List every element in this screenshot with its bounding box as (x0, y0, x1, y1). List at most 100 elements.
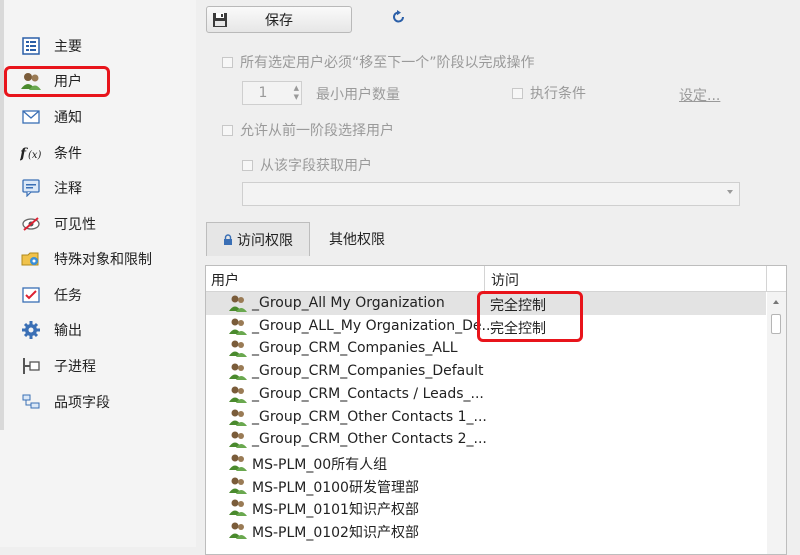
main-panel: 保存 所有选定用户必须“移至下一个”阶段以完成操作 1 ▲ ▼ 最小用户数量 执行… (196, 0, 800, 555)
column-header-user[interactable]: 用户 (211, 270, 239, 290)
tab-label: 访问权限 (237, 232, 293, 249)
sidebar-item-subprocess[interactable]: 子进程 (20, 351, 190, 381)
list-icon (20, 35, 42, 57)
checkbox-box (512, 87, 523, 99)
sidebar: 主要 用户 通知 f (x) 条件 注释 可见性 特殊对象和限制 任务 输出 子… (0, 0, 196, 547)
sidebar-item-label: 通知 (54, 110, 82, 126)
tab-access-permissions[interactable]: 访问权限 (206, 222, 310, 256)
sidebar-item-comments[interactable]: 注释 (20, 173, 190, 203)
lock-icon (223, 233, 233, 246)
row-user-name: _Group_ALL_My Organization_De... (252, 317, 495, 334)
sidebar-item-label: 输出 (54, 323, 82, 339)
tab-other-permissions[interactable]: 其他权限 (312, 222, 402, 256)
sidebar-item-special-objects[interactable]: 特殊对象和限制 (20, 244, 190, 274)
sidebar-item-conditions[interactable]: f (x) 条件 (20, 138, 190, 168)
row-user-name: MS-PLM_0101知识产权部 (252, 502, 419, 519)
sidebar-edge (0, 0, 4, 430)
vertical-scrollbar[interactable] (767, 292, 786, 554)
table-row[interactable]: MS-PLM_0102知识产权部 (206, 519, 766, 542)
min-users-stepper[interactable]: 1 ▲ ▼ (242, 81, 302, 105)
sidebar-item-label: 可见性 (54, 217, 96, 233)
task-icon (20, 284, 42, 306)
exec-condition-label: 执行条件 (530, 86, 586, 102)
sidebar-item-label: 主要 (54, 39, 82, 55)
table-row[interactable]: MS-PLM_0101知识产权部 (206, 496, 766, 519)
grid-header: 用户 访问 (206, 266, 786, 292)
sidebar-item-label: 品项字段 (54, 395, 110, 411)
row-user-name: MS-PLM_0102知识产权部 (252, 525, 419, 541)
sidebar-item-item-fields[interactable]: 品项字段 (20, 387, 190, 417)
checkbox-box (242, 159, 253, 171)
sidebar-item-output[interactable]: 输出 (20, 315, 190, 345)
table-row[interactable]: MS-PLM_00所有人组 (206, 451, 766, 474)
exec-condition-checkbox[interactable]: 执行条件 (512, 83, 586, 103)
row-user-name: _Group_CRM_Other Contacts 2_... (252, 431, 487, 448)
set-link[interactable]: 设定... (679, 85, 720, 105)
user-group-icon (228, 408, 248, 426)
eye-hidden-icon (20, 213, 42, 235)
save-button-label: 保存 (265, 12, 293, 29)
allow-prev-stage-checkbox[interactable]: 允许从前一阶段选择用户 (222, 120, 394, 140)
row-user-name: MS-PLM_0100研发管理部 (252, 479, 419, 496)
field-select[interactable] (242, 182, 740, 206)
row-user-name: _Group_CRM_Companies_ALL (252, 340, 458, 357)
scroll-up-icon[interactable] (773, 300, 779, 304)
user-group-icon (228, 498, 248, 517)
special-objects-icon (20, 248, 42, 270)
user-group-icon (228, 476, 248, 494)
column-divider[interactable] (484, 266, 485, 291)
checkbox-box (222, 124, 233, 136)
user-group-icon (228, 294, 248, 312)
user-group-icon (228, 385, 248, 403)
table-row[interactable]: _Group_CRM_Other Contacts 1_... (206, 406, 766, 429)
scroll-thumb[interactable] (771, 314, 781, 334)
sidebar-item-notifications[interactable]: 通知 (20, 102, 190, 132)
sidebar-item-label: 条件 (54, 146, 82, 162)
min-users-label: 最小用户数量 (316, 87, 400, 103)
stepper-arrows-icon[interactable]: ▲ ▼ (294, 84, 299, 102)
allow-prev-stage-label: 允许从前一阶段选择用户 (240, 123, 394, 139)
gear-icon (20, 319, 42, 341)
user-group-icon (228, 339, 248, 358)
from-field-checkbox[interactable]: 从该字段获取用户 (242, 155, 372, 175)
users-highlight-box (4, 66, 110, 97)
subprocess-icon (20, 355, 42, 377)
sidebar-item-main[interactable]: 主要 (20, 31, 190, 61)
table-row[interactable]: MS-PLM_0100研发管理部 (206, 474, 766, 497)
sidebar-item-label: 特殊对象和限制 (54, 252, 152, 268)
table-row[interactable]: _Group_CRM_Other Contacts 2_... (206, 428, 766, 451)
sidebar-item-label: 子进程 (54, 359, 96, 375)
table-row[interactable]: _Group_CRM_Companies_Default (206, 360, 766, 383)
comment-icon (20, 177, 42, 199)
chevron-down-icon (727, 190, 733, 194)
svg-text:(x): (x) (28, 150, 42, 161)
user-group-icon (228, 430, 248, 449)
sidebar-item-tasks[interactable]: 任务 (20, 280, 190, 310)
column-divider (766, 266, 767, 291)
row-user-name: _Group_CRM_Companies_Default (252, 363, 484, 380)
user-group-icon (228, 453, 248, 471)
sidebar-item-visibility[interactable]: 可见性 (20, 209, 190, 239)
function-icon: f (x) (20, 142, 42, 164)
sidebar-item-label: 注释 (54, 181, 82, 197)
item-fields-icon (20, 391, 42, 413)
user-group-icon (228, 521, 248, 539)
checkbox-box (222, 56, 233, 68)
all-must-move-checkbox[interactable]: 所有选定用户必须“移至下一个”阶段以完成操作 (222, 52, 535, 72)
table-row[interactable]: _Group_CRM_Contacts / Leads_... (206, 383, 766, 406)
tab-label: 其他权限 (329, 232, 385, 248)
access-highlight-box (477, 291, 583, 342)
row-user-name: _Group_CRM_Contacts / Leads_... (252, 385, 484, 402)
sidebar-item-label: 任务 (54, 288, 82, 304)
envelope-icon (20, 106, 42, 128)
refresh-icon[interactable] (392, 10, 406, 24)
save-button[interactable]: 保存 (206, 6, 352, 33)
row-user-name: _Group_All My Organization (252, 295, 445, 311)
user-group-icon (228, 317, 248, 335)
all-must-move-label: 所有选定用户必须“移至下一个”阶段以完成操作 (240, 55, 535, 71)
user-group-icon (228, 362, 248, 381)
column-header-access[interactable]: 访问 (491, 270, 519, 290)
from-field-label: 从该字段获取用户 (260, 158, 372, 174)
min-users-value: 1 (258, 85, 268, 101)
row-user-name: _Group_CRM_Other Contacts 1_... (252, 408, 487, 425)
